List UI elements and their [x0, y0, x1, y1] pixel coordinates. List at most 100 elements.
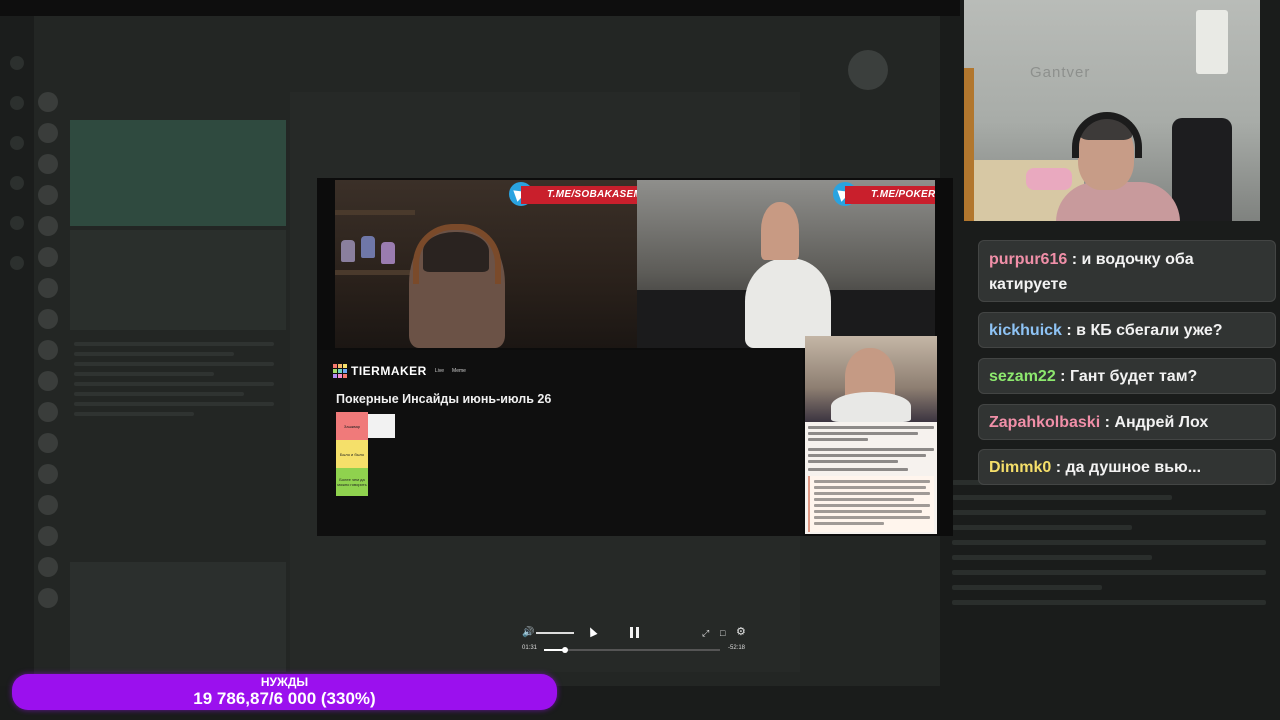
avatar [38, 92, 58, 112]
chat-text: Гант будет там? [1069, 368, 1198, 385]
telegram-channel-tag: T.ME/SOBAKASEMINA [521, 186, 637, 204]
post-text-line [808, 438, 868, 441]
post-person-shirt [831, 392, 911, 422]
rail-icon [10, 256, 24, 270]
avatar [38, 526, 58, 546]
fullscreen-icon[interactable]: ⤢ [702, 628, 709, 638]
door [964, 68, 974, 221]
post-text-line [814, 492, 930, 495]
guest-camera-left: T.ME/SOBAKASEMINA [335, 180, 637, 348]
telegram-post-video [805, 336, 937, 422]
air-conditioner [1196, 10, 1228, 74]
wall-logo: Gantver [1030, 64, 1091, 81]
chat-separator: : [1104, 414, 1115, 431]
background-left-rail [0, 16, 34, 686]
volume-icon[interactable]: 🔊 [522, 628, 534, 638]
shelf [335, 210, 415, 215]
avatar [38, 340, 58, 360]
avatar [38, 278, 58, 298]
telegram-post-panel [805, 336, 937, 534]
headphones-icon [1072, 112, 1142, 158]
post-text-line [814, 516, 930, 519]
chat-separator: : [1060, 368, 1070, 385]
chat-message: sezam22 : Гант будет там? [978, 358, 1276, 394]
avatar [38, 557, 58, 577]
post-text-line [814, 498, 914, 501]
chat-message: Dimmk0 : да душное вью... [978, 449, 1276, 485]
chat-username: Zapahkolbaski [989, 414, 1101, 431]
trophy-icon [341, 240, 355, 262]
post-text-line [814, 510, 922, 513]
chat-text: Андрей Лох [1114, 414, 1209, 431]
feed-post-image [70, 120, 286, 226]
seek-bar[interactable] [544, 647, 720, 653]
donation-goal-value: 19 786,87/6 000 (330%) [193, 689, 376, 708]
host-shirt [745, 258, 831, 348]
avatar [38, 588, 58, 608]
seek-handle[interactable] [562, 647, 569, 653]
post-text-line [814, 522, 884, 525]
chat-message: purpur616 : и водочку оба катируете [978, 240, 1276, 302]
streamer-webcam: Gantver [964, 0, 1260, 221]
chat-username: sezam22 [989, 368, 1056, 385]
post-text-line [808, 426, 934, 429]
pip-icon[interactable]: □ [720, 628, 725, 638]
video-player[interactable]: T.ME/SOBAKASEMINA T.ME/POKERINSIDE TIERM… [317, 178, 953, 536]
avatar [38, 154, 58, 174]
profile-picture [848, 50, 888, 90]
chat-username: Dimmk0 [989, 459, 1052, 476]
gaming-chair [1172, 118, 1232, 221]
host-head [761, 202, 799, 260]
rail-icon [10, 96, 24, 110]
post-text-line [814, 480, 930, 483]
trophy-icon [381, 242, 395, 264]
avatar [38, 433, 58, 453]
tiermaker-nav-live[interactable]: Live [435, 368, 444, 374]
chat-username: purpur616 [989, 251, 1068, 268]
avatar [38, 247, 58, 267]
headphones-icon [413, 224, 501, 284]
trophy-icon [361, 236, 375, 258]
donation-goal-bar: НУЖДЫ 19 786,87/6 000 (330%) [12, 674, 557, 710]
background-feed [70, 92, 286, 672]
chat-separator: : [1066, 322, 1077, 339]
background-chat-log [944, 470, 1274, 680]
post-text-line [808, 432, 918, 435]
post-text-line [808, 468, 908, 471]
post-text-line [814, 486, 926, 489]
post-text-line [808, 460, 898, 463]
tiermaker-logo: TIERMAKER Live Meme [333, 364, 466, 378]
current-time: 01:31 [522, 645, 538, 651]
volume-slider[interactable] [536, 632, 574, 634]
rail-icon [10, 56, 24, 70]
tier-row-label: Было и было [336, 440, 368, 468]
stream-frame: T.ME/SOBAKASEMINA T.ME/POKERINSIDE TIERM… [0, 0, 1280, 720]
avatar [38, 123, 58, 143]
tier-item[interactable] [368, 414, 395, 438]
avatar [38, 371, 58, 391]
guest-camera-right: T.ME/POKERINSIDE [637, 180, 935, 348]
tier-row-label: Зашквар [336, 412, 368, 440]
pillow [1026, 168, 1072, 190]
avatar [38, 402, 58, 422]
avatar [38, 216, 58, 236]
avatar [38, 309, 58, 329]
pause-button[interactable] [630, 627, 640, 638]
tier-row-label: Более чем да можно говорить [336, 468, 368, 496]
rail-icon [10, 216, 24, 230]
post-text-line [808, 454, 926, 457]
translate-icon[interactable]: ⚙ [736, 627, 746, 638]
feed-post-image [70, 230, 286, 330]
rail-icon [10, 136, 24, 150]
remaining-time: -52:18 [728, 645, 746, 651]
tiermaker-logo-icon [333, 364, 347, 378]
donation-goal-label: НУЖДЫ [260, 675, 309, 689]
background-profile [810, 40, 930, 180]
feed-post-image [70, 562, 286, 672]
chat-message: kickhuick : в КБ сбегали уже? [978, 312, 1276, 348]
post-text-line [814, 504, 930, 507]
background-avatar-column [38, 92, 60, 672]
avatar [38, 185, 58, 205]
tiermaker-logo-text: TIERMAKER [351, 364, 427, 378]
tiermaker-nav-meme[interactable]: Meme [452, 368, 466, 374]
